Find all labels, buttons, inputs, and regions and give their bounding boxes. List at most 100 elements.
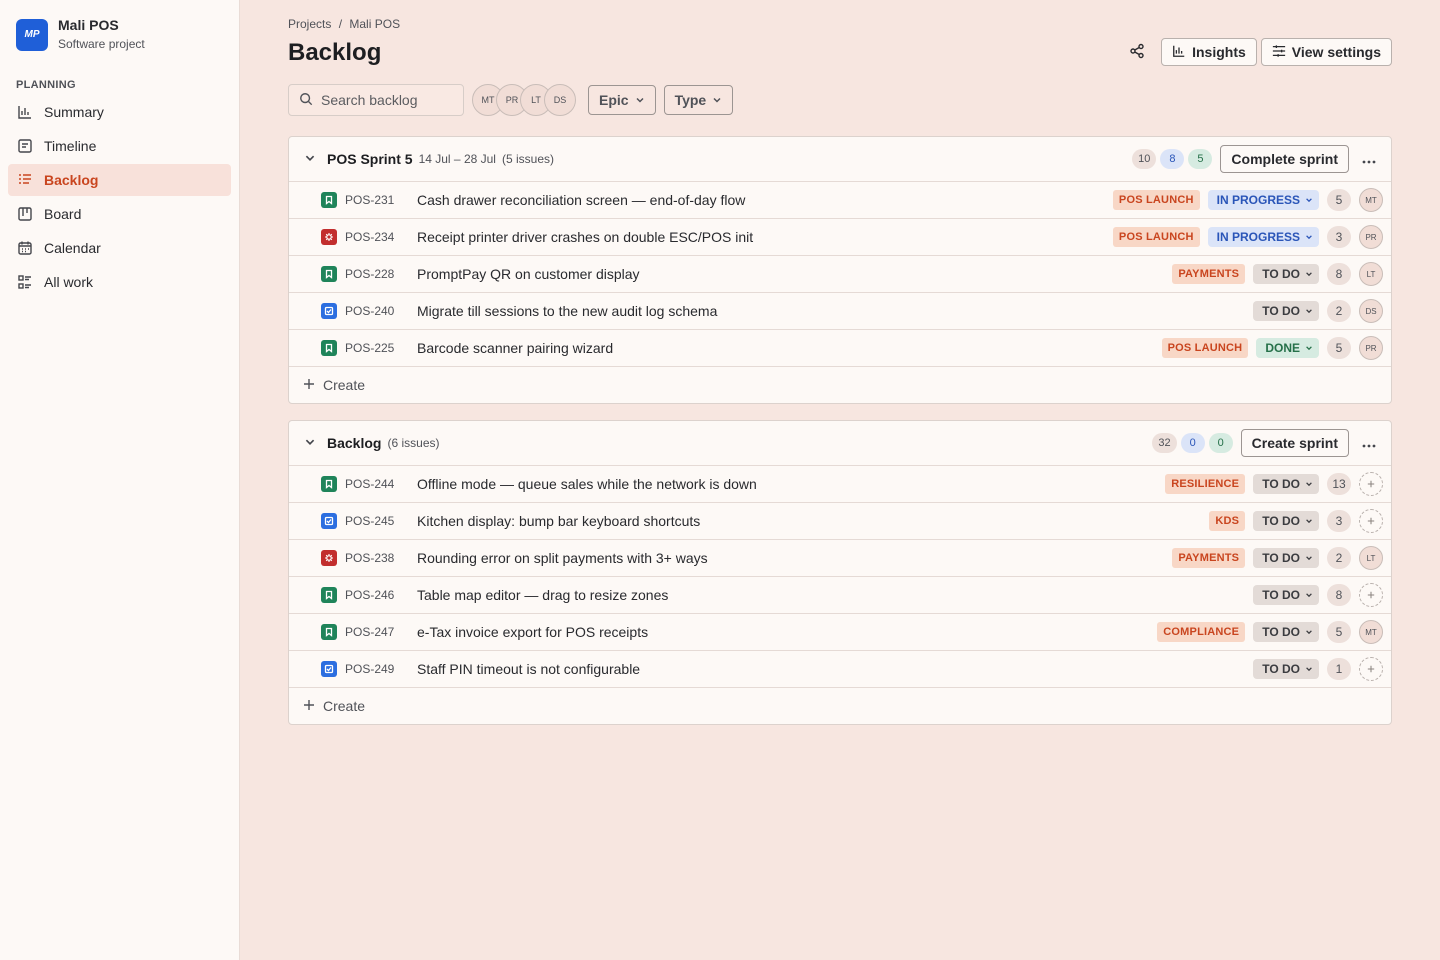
story-points-badge[interactable]: 2 [1327, 547, 1351, 569]
sidebar-item-timeline[interactable]: Timeline [8, 130, 231, 162]
sprint-create-button[interactable]: Create [289, 367, 1391, 403]
issue-summary[interactable]: Table map editor — drag to resize zones [417, 587, 668, 603]
avatar-filter[interactable]: DS [544, 84, 576, 116]
status-dropdown[interactable]: TO DO [1253, 659, 1319, 679]
backlog-create-button[interactable]: Create [289, 688, 1391, 724]
unassigned-avatar[interactable] [1359, 583, 1383, 607]
collapse-backlog-toggle[interactable] [303, 436, 317, 450]
sprint-more-button[interactable] [1355, 145, 1383, 173]
issue-row[interactable]: POS-244 Offline mode — queue sales while … [289, 466, 1391, 503]
assignee-avatar[interactable]: LT [1359, 546, 1383, 570]
issue-summary[interactable]: Barcode scanner pairing wizard [417, 340, 613, 356]
sidebar-item-backlog[interactable]: Backlog [8, 164, 231, 196]
epic-lozenge[interactable]: POS LAUNCH [1112, 227, 1200, 247]
status-dropdown[interactable]: IN PROGRESS [1207, 227, 1319, 247]
project-header[interactable]: MP Mali POS Software project [16, 17, 145, 52]
search-box[interactable] [288, 84, 464, 116]
issue-key[interactable]: POS-238 [345, 551, 409, 565]
issue-row[interactable]: POS-231 Cash drawer reconciliation screen… [289, 182, 1391, 219]
status-dropdown[interactable]: TO DO [1253, 301, 1319, 321]
story-points-badge[interactable]: 5 [1327, 189, 1351, 211]
issue-key[interactable]: POS-244 [345, 477, 409, 491]
issue-summary[interactable]: Migrate till sessions to the new audit l… [417, 303, 717, 319]
story-points-badge[interactable]: 13 [1327, 473, 1351, 495]
issue-row[interactable]: POS-246 Table map editor — drag to resize… [289, 577, 1391, 614]
unassigned-avatar[interactable] [1359, 472, 1383, 496]
issue-summary[interactable]: Rounding error on split payments with 3+… [417, 550, 708, 566]
breadcrumb-projects[interactable]: Projects [288, 17, 331, 31]
issue-row[interactable]: POS-240 Migrate till sessions to the new … [289, 293, 1391, 330]
epic-lozenge[interactable]: POS LAUNCH [1112, 190, 1200, 210]
unassigned-avatar[interactable] [1359, 657, 1383, 681]
assignee-avatar[interactable]: MT [1359, 620, 1383, 644]
story-points-badge[interactable]: 5 [1327, 337, 1351, 359]
story-points-badge[interactable]: 3 [1327, 226, 1351, 248]
collapse-sprint-toggle[interactable] [303, 152, 317, 166]
story-points-badge[interactable]: 8 [1327, 584, 1351, 606]
issue-row[interactable]: POS-238 Rounding error on split payments … [289, 540, 1391, 577]
issue-key[interactable]: POS-247 [345, 625, 409, 639]
backlog-more-button[interactable] [1355, 429, 1383, 457]
assignee-avatar[interactable]: MT [1359, 188, 1383, 212]
insights-button[interactable]: Insights [1161, 38, 1257, 66]
story-points-badge[interactable]: 8 [1327, 263, 1351, 285]
share-button[interactable] [1123, 38, 1151, 66]
epic-lozenge[interactable]: POS LAUNCH [1161, 338, 1249, 358]
epic-lozenge[interactable]: KDS [1209, 511, 1246, 531]
issue-summary[interactable]: PromptPay QR on customer display [417, 266, 640, 282]
status-dropdown[interactable]: TO DO [1253, 548, 1319, 568]
status-dropdown[interactable]: DONE [1256, 338, 1319, 358]
unassigned-avatar[interactable] [1359, 509, 1383, 533]
status-dropdown[interactable]: TO DO [1253, 585, 1319, 605]
status-dropdown[interactable]: TO DO [1253, 474, 1319, 494]
complete-sprint-button[interactable]: Complete sprint [1220, 145, 1349, 173]
status-dropdown[interactable]: TO DO [1253, 622, 1319, 642]
epic-lozenge[interactable]: PAYMENTS [1172, 548, 1246, 568]
issue-summary[interactable]: e-Tax invoice export for POS receipts [417, 624, 648, 640]
issue-key[interactable]: POS-231 [345, 193, 409, 207]
issue-key[interactable]: POS-234 [345, 230, 409, 244]
type-filter-button[interactable]: Type [663, 85, 734, 115]
breadcrumb-project[interactable]: Mali POS [349, 17, 400, 31]
issue-row[interactable]: POS-234 Receipt printer driver crashes on… [289, 219, 1391, 256]
issue-key[interactable]: POS-240 [345, 304, 409, 318]
assignee-avatar[interactable]: PR [1359, 225, 1383, 249]
issue-summary[interactable]: Kitchen display: bump bar keyboard short… [417, 513, 700, 529]
status-dropdown[interactable]: TO DO [1253, 511, 1319, 531]
status-dropdown[interactable]: IN PROGRESS [1207, 190, 1319, 210]
assignee-avatar[interactable]: PR [1359, 336, 1383, 360]
story-points-badge[interactable]: 5 [1327, 621, 1351, 643]
issue-row[interactable]: POS-225 Barcode scanner pairing wizard POS… [289, 330, 1391, 367]
issue-key[interactable]: POS-245 [345, 514, 409, 528]
story-points-badge[interactable]: 2 [1327, 300, 1351, 322]
issue-row[interactable]: POS-245 Kitchen display: bump bar keyboar… [289, 503, 1391, 540]
issue-key[interactable]: POS-246 [345, 588, 409, 602]
issue-key[interactable]: POS-249 [345, 662, 409, 676]
issue-summary[interactable]: Offline mode — queue sales while the net… [417, 476, 757, 492]
issue-key[interactable]: POS-225 [345, 341, 409, 355]
epic-lozenge[interactable]: COMPLIANCE [1157, 622, 1246, 642]
issue-row[interactable]: POS-228 PromptPay QR on customer display P… [289, 256, 1391, 293]
story-type-icon [321, 340, 337, 356]
issue-summary[interactable]: Staff PIN timeout is not configurable [417, 661, 640, 677]
create-sprint-button[interactable]: Create sprint [1240, 429, 1349, 457]
assignee-avatar[interactable]: DS [1359, 299, 1383, 323]
status-dropdown[interactable]: TO DO [1253, 264, 1319, 284]
search-input[interactable] [321, 92, 451, 108]
sidebar-item-calendar[interactable]: Calendar [8, 232, 231, 264]
story-points-badge[interactable]: 1 [1327, 658, 1351, 680]
issue-row[interactable]: POS-247 e-Tax invoice export for POS rece… [289, 614, 1391, 651]
sidebar-item-summary[interactable]: Summary [8, 96, 231, 128]
assignee-avatar[interactable]: LT [1359, 262, 1383, 286]
epic-lozenge[interactable]: PAYMENTS [1172, 264, 1246, 284]
epic-filter-button[interactable]: Epic [588, 85, 656, 115]
issue-summary[interactable]: Cash drawer reconciliation screen — end-… [417, 192, 745, 208]
sidebar-item-all-work[interactable]: All work [8, 266, 231, 298]
view-settings-button[interactable]: View settings [1260, 38, 1392, 66]
story-points-badge[interactable]: 3 [1327, 510, 1351, 532]
issue-row[interactable]: POS-249 Staff PIN timeout is not configur… [289, 651, 1391, 688]
issue-summary[interactable]: Receipt printer driver crashes on double… [417, 229, 753, 245]
epic-lozenge[interactable]: RESILIENCE [1165, 474, 1246, 494]
issue-key[interactable]: POS-228 [345, 267, 409, 281]
sidebar-item-board[interactable]: Board [8, 198, 231, 230]
